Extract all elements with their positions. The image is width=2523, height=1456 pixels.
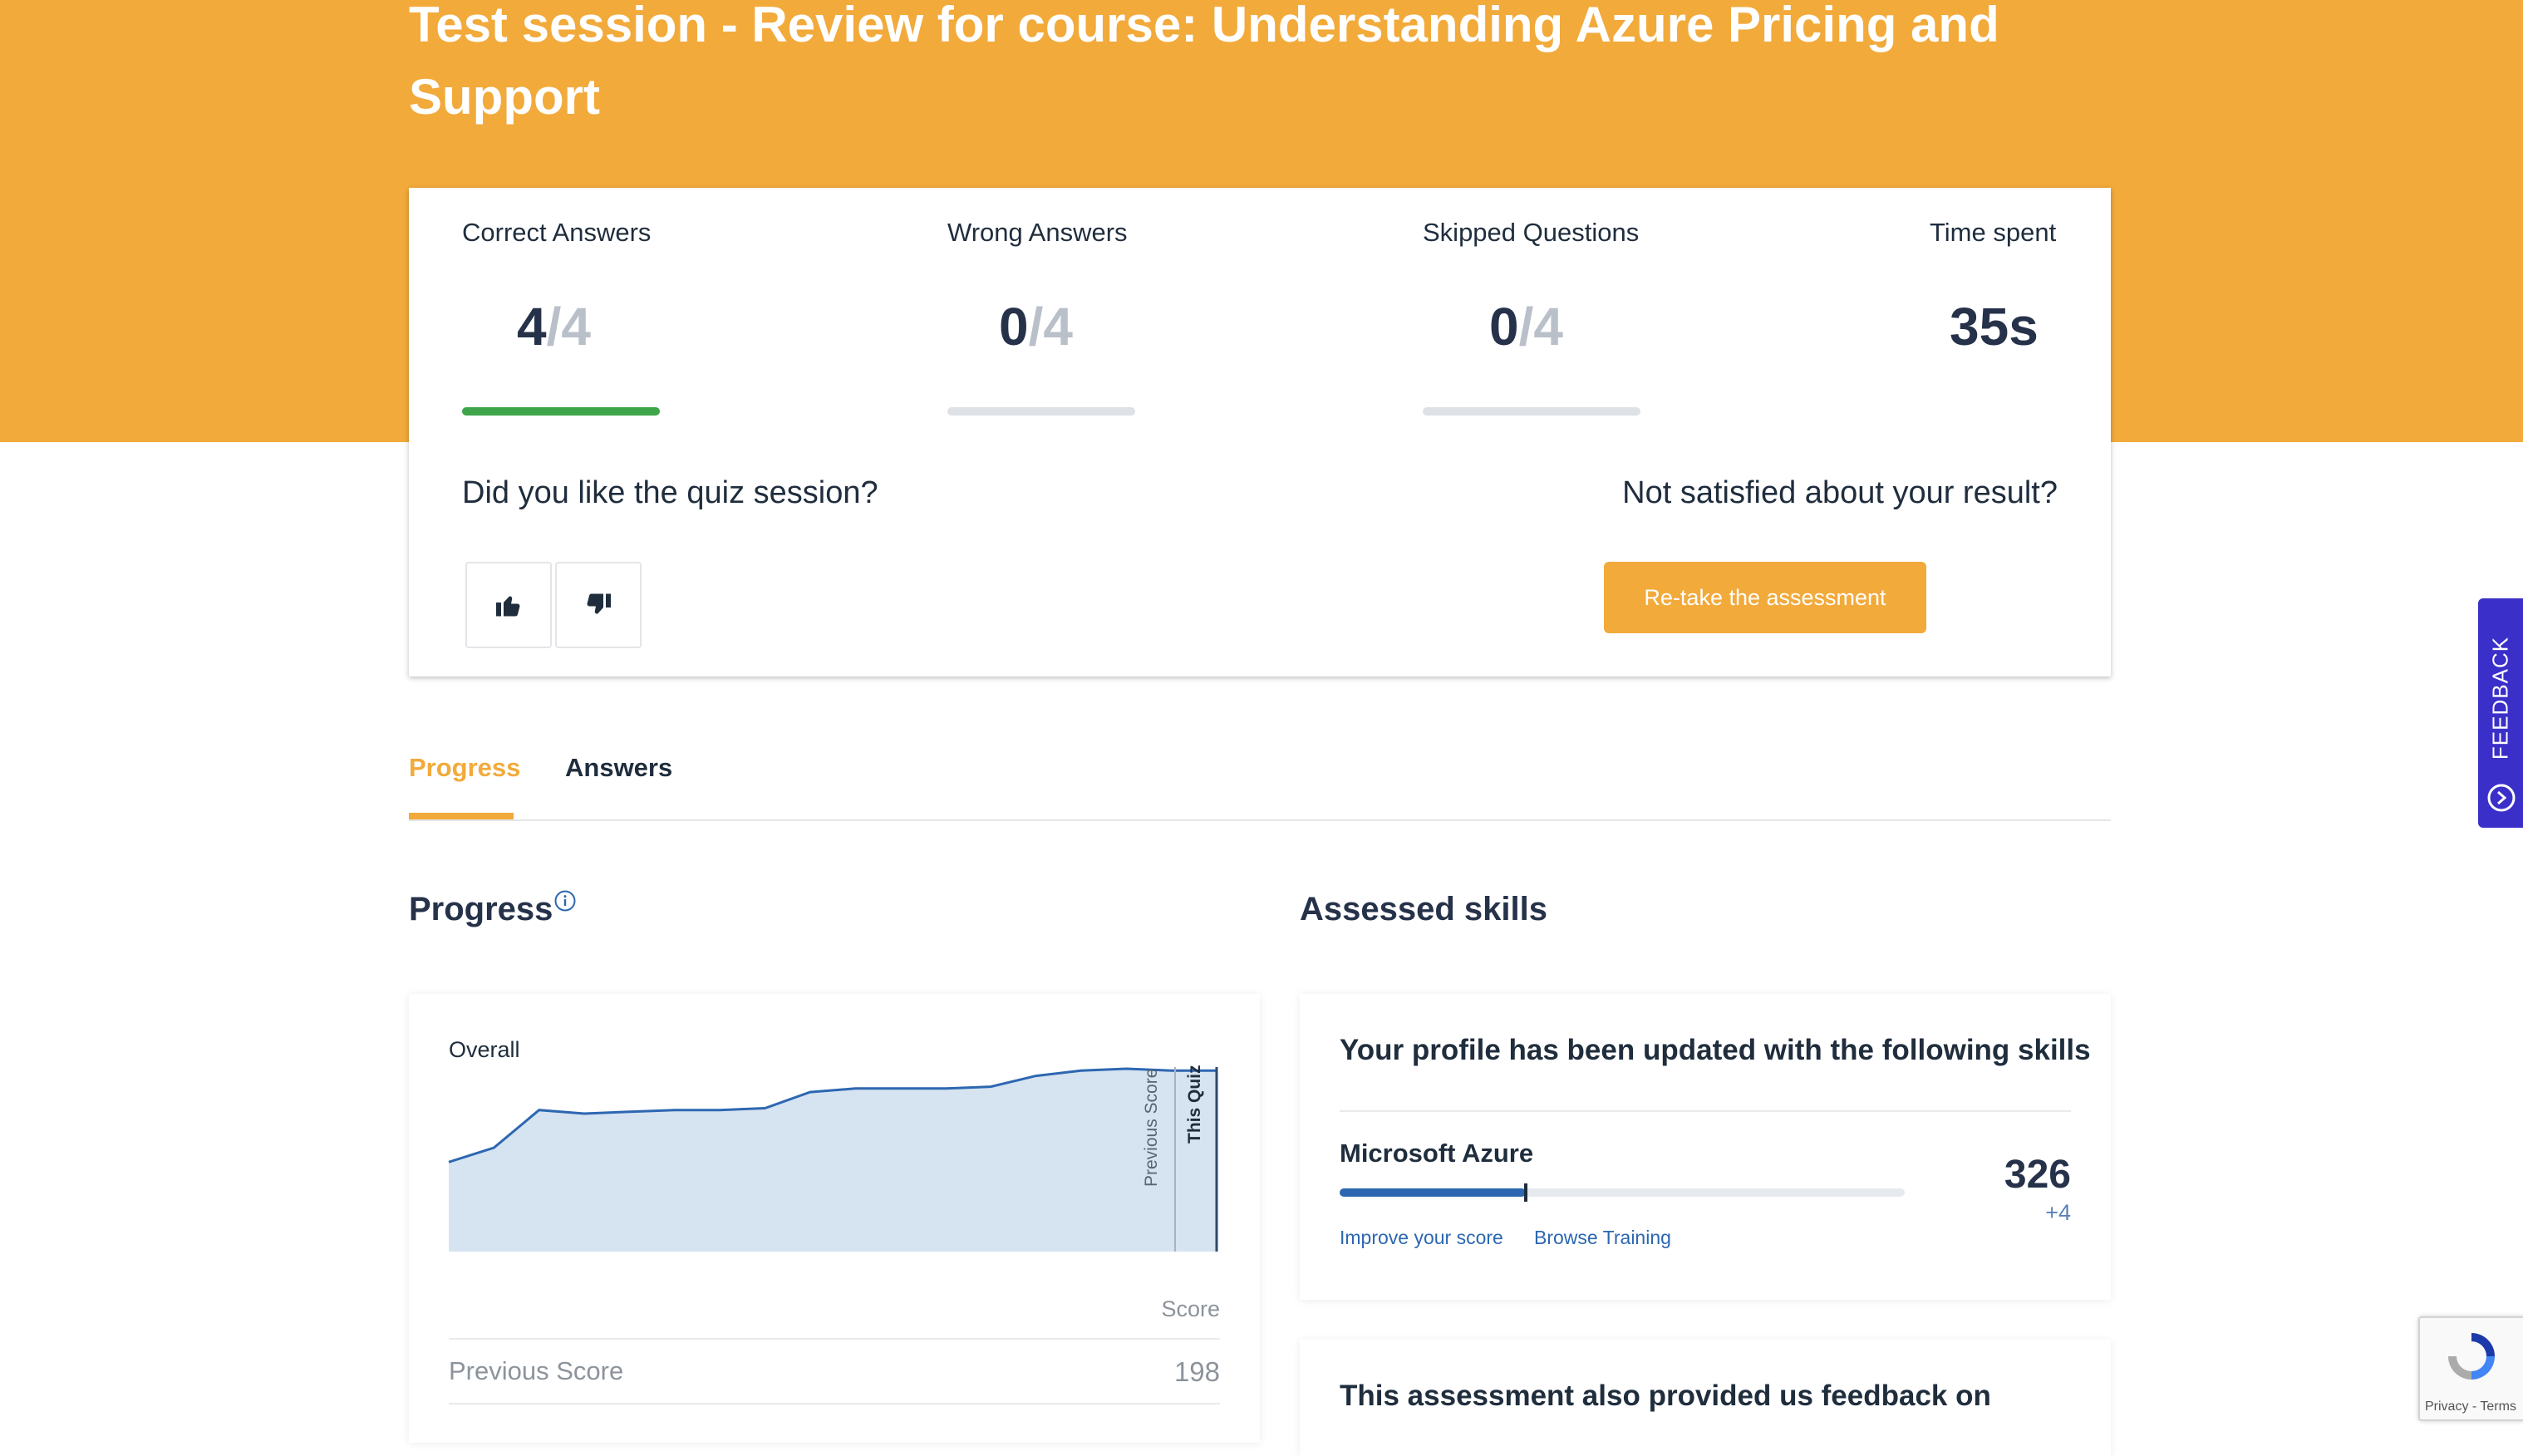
correct-answers-label: Correct Answers <box>462 218 652 247</box>
improve-score-link[interactable]: Improve your score <box>1340 1227 1503 1249</box>
this-quiz-marker: This Quiz <box>1185 1065 1204 1144</box>
skill-name: Microsoft Azure <box>1340 1139 1534 1168</box>
skipped-questions-label: Skipped Questions <box>1423 218 1640 247</box>
recaptcha-links: Privacy - Terms <box>2425 1399 2516 1414</box>
active-tab-indicator <box>409 813 514 819</box>
retake-assessment-button[interactable]: Re-take the assessment <box>1604 562 1926 633</box>
score-column-header: Score <box>1161 1296 1220 1321</box>
progress-chart: Previous Score This Quiz <box>448 1065 1218 1252</box>
wrong-total: /4 <box>1028 297 1073 357</box>
thumbs-up-button[interactable] <box>465 562 552 648</box>
feedback-tab[interactable]: FEEDBACK <box>2478 598 2523 828</box>
skill-score: 326 <box>2004 1153 2071 1197</box>
thumbs-up-icon <box>496 596 520 617</box>
skill-progress-bar <box>1340 1183 1905 1202</box>
wrong-answers-label: Wrong Answers <box>947 218 1128 247</box>
feedback-tab-label: FEEDBACK <box>2487 636 2513 760</box>
time-spent-label: Time spent <box>1930 218 2057 247</box>
skipped-total: /4 <box>1518 297 1563 357</box>
previous-score-label: Previous Score <box>449 1356 624 1385</box>
correct-answers-bar-fill <box>462 407 660 416</box>
chart-area <box>449 1069 1217 1252</box>
correct-answers-value: 4/4 <box>517 296 591 357</box>
tabs-divider <box>409 819 2111 821</box>
info-icon[interactable] <box>553 889 577 912</box>
like-question: Did you like the quiz session? <box>462 475 878 510</box>
thumbs-down-button[interactable] <box>555 562 642 648</box>
correct-total: /4 <box>546 297 591 357</box>
browse-training-link[interactable]: Browse Training <box>1534 1227 1671 1249</box>
feedback-panel-title: This assessment also provided us feedbac… <box>1340 1380 1991 1412</box>
progress-title: Progress <box>409 891 553 927</box>
previous-score-marker: Previous Score <box>1142 1069 1161 1187</box>
page-title: Test session - Review for course: Unders… <box>409 0 1999 125</box>
tab-answers[interactable]: Answers <box>565 753 672 783</box>
skipped-questions-bar <box>1423 407 1640 416</box>
skipped-count: 0 <box>1489 297 1519 357</box>
not-satisfied-question: Not satisfied about your result? <box>1622 475 2058 510</box>
skill-progress-fill <box>1340 1188 1527 1197</box>
thumbs-down-icon <box>587 593 611 614</box>
skills-panel-title: Your profile has been updated with the f… <box>1340 1034 2091 1066</box>
skipped-questions-value: 0/4 <box>1489 296 1563 357</box>
wrong-count: 0 <box>999 297 1029 357</box>
time-spent-value: 35s <box>1950 297 2039 357</box>
correct-answers-bar <box>462 407 660 416</box>
overall-label: Overall <box>449 1037 520 1062</box>
wrong-answers-value: 0/4 <box>999 296 1073 357</box>
wrong-answers-bar <box>947 407 1135 416</box>
recaptcha-icon <box>2448 1333 2495 1380</box>
previous-score-value: 198 <box>1173 1356 1220 1387</box>
recaptcha-badge[interactable]: Privacy - Terms <box>2418 1316 2523 1421</box>
skill-score-delta: +4 <box>2045 1200 2071 1225</box>
tab-progress[interactable]: Progress <box>409 753 520 783</box>
assessed-skills-title: Assessed skills <box>1300 891 1547 927</box>
feedback-icon <box>2487 784 2516 812</box>
results-card: Correct Answers 4/4 Wrong Answers 0/4 Sk… <box>409 188 2111 676</box>
correct-count: 4 <box>517 297 547 357</box>
skills-panel-divider <box>1340 1110 2071 1112</box>
score-table-bottom-divider <box>449 1403 1220 1404</box>
score-table-divider <box>449 1338 1220 1340</box>
skill-progress-marker <box>1524 1183 1528 1202</box>
